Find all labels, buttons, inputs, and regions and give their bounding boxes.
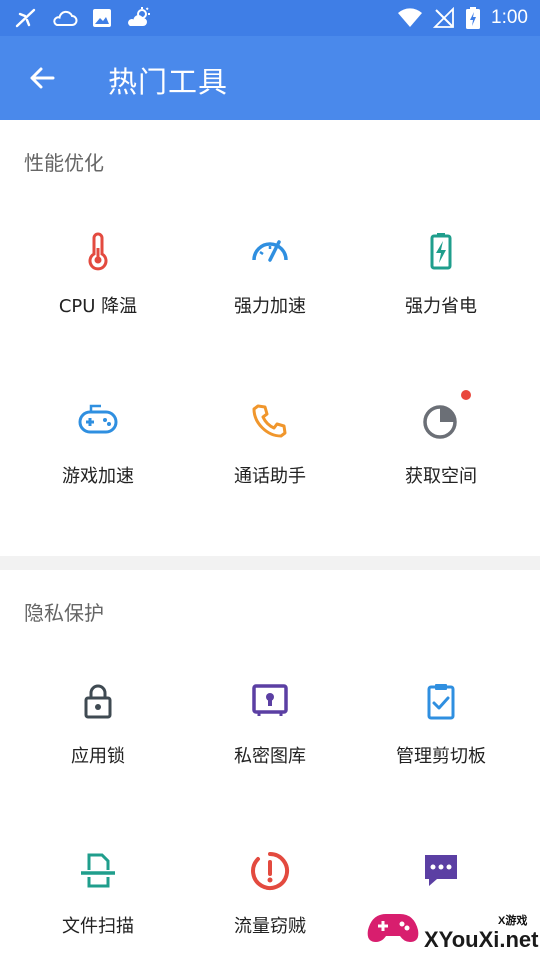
tool-label: 通话助手: [234, 466, 306, 487]
section-title-performance: 性能优化: [24, 151, 104, 175]
clipboard-check-icon: [427, 684, 455, 720]
file-scan-icon: [81, 853, 115, 888]
tool-label: CPU 降温: [58, 296, 138, 317]
airplane-off-icon: [15, 8, 36, 28]
tool-file-scan[interactable]: 文件扫描: [8, 850, 188, 970]
speedometer-icon: [252, 240, 288, 262]
section-title-privacy: 隐私保护: [24, 601, 104, 625]
weather-icon: [128, 7, 150, 26]
section-divider: [0, 556, 540, 570]
tool-data-thief[interactable]: 流量窃贼: [180, 850, 360, 970]
back-button[interactable]: [22, 58, 62, 98]
tool-label: 流量窃贼: [234, 916, 306, 937]
tool-label: 私密图库: [234, 746, 306, 767]
data-alert-icon: [251, 852, 290, 890]
pie-chart-icon: [423, 405, 457, 439]
tool-cpu-cooling[interactable]: CPU 降温: [8, 230, 188, 350]
battery-charging-status-icon: [466, 7, 481, 29]
new-badge: [461, 390, 471, 400]
watermark-logo: X游戏 XYouXi.net: [362, 896, 540, 960]
tool-private-gallery[interactable]: 私密图库: [180, 680, 360, 800]
tool-label: 文件扫描: [62, 916, 134, 937]
app-bar: 热门工具: [0, 36, 540, 120]
tool-game-boost[interactable]: 游戏加速: [8, 400, 188, 520]
watermark-small: X游戏: [498, 913, 527, 927]
no-signal-icon: [433, 7, 454, 28]
tool-boost[interactable]: 强力加速: [180, 230, 360, 350]
tool-power-saving[interactable]: 强力省电: [351, 230, 531, 350]
system-icons: 1:00: [397, 6, 528, 30]
cloud-icon: [53, 10, 78, 26]
notification-icons: [14, 6, 152, 30]
arrow-left-icon: [30, 67, 55, 89]
tool-call-assistant[interactable]: 通话助手: [180, 400, 360, 520]
phone-icon: [252, 404, 287, 438]
tool-label: 强力加速: [234, 296, 306, 317]
tool-label: 强力省电: [405, 296, 477, 317]
status-bar: 1:00: [0, 0, 540, 36]
tool-app-lock[interactable]: 应用锁: [8, 680, 188, 800]
message-icon: [425, 855, 457, 886]
battery-charging-icon: [430, 233, 452, 270]
watermark-text: XYouXi.net: [424, 927, 539, 952]
clock: 1:00: [491, 7, 528, 28]
gallery-safe-icon: [252, 684, 288, 716]
tool-label: 游戏加速: [62, 466, 134, 487]
tool-clipboard[interactable]: 管理剪切板: [351, 680, 531, 800]
tool-free-space[interactable]: 获取空间: [351, 390, 531, 520]
tool-label: 应用锁: [71, 746, 125, 767]
thermometer-icon: [88, 232, 108, 271]
image-icon: [93, 9, 111, 27]
lock-icon: [84, 684, 112, 719]
page-title: 热门工具: [108, 65, 229, 99]
tool-label: 管理剪切板: [396, 746, 486, 767]
tool-label: 获取空间: [405, 466, 477, 487]
wifi-icon: [398, 8, 423, 27]
gamepad-icon: [78, 404, 118, 434]
